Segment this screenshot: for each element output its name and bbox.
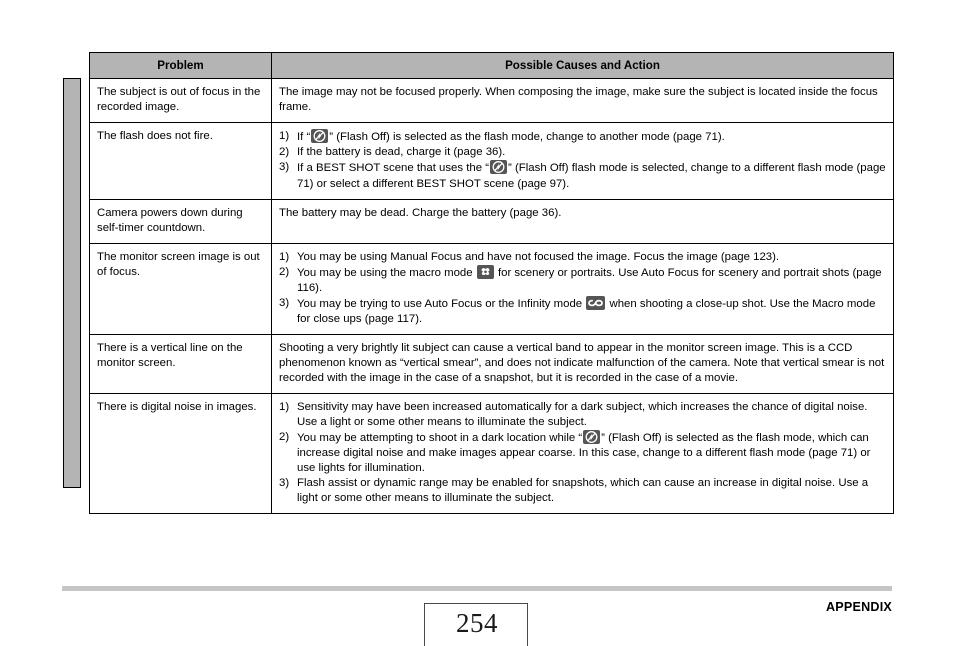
list-item-number: 2) (279, 146, 290, 159)
troubleshooting-table-wrapper: Problem Possible Causes and Action The s… (89, 51, 894, 515)
list-item: 2) You may be using the macro mode for sc… (279, 264, 886, 296)
table-header-row: Problem Possible Causes and Action (89, 51, 894, 80)
flash-off-icon (490, 160, 508, 175)
list-item-text-pre: If the battery is dead, charge it (page … (297, 146, 506, 159)
troubleshooting-table: Problem Possible Causes and Action The s… (89, 51, 894, 515)
problem-cell: The subject is out of focus in the recor… (89, 78, 272, 124)
problem-cell: Camera powers down during self-timer cou… (89, 198, 272, 244)
list-item-number: 1) (279, 250, 290, 263)
table-row: The flash does not fire. 1) If “ ” (Flash … (89, 122, 894, 200)
table-row: The subject is out of focus in the recor… (89, 78, 894, 124)
list-item-number: 2) (279, 431, 290, 444)
cause-cell: Shooting a very brightly lit subject can… (271, 333, 894, 395)
cause-paragraph: Shooting a very brightly lit subject can… (279, 341, 885, 384)
table-row: There is digital noise in images. 1) Sens… (89, 393, 894, 515)
cause-list: 1) Sensitivity may have been increased au… (279, 400, 886, 506)
list-item-text-pre: Sensitivity may have been increased auto… (297, 401, 868, 429)
table-row: The monitor screen image is out of focus… (89, 242, 894, 335)
problem-cell: There is digital noise in images. (89, 393, 272, 515)
macro-mode-icon (476, 264, 494, 279)
cause-cell: 1) If “ ” (Flash Off) is selected as the f… (271, 122, 894, 200)
list-item: 1) You may be using Manual Focus and have… (279, 250, 886, 265)
footer-rule (62, 586, 892, 591)
flash-off-icon (583, 430, 601, 445)
list-item: 1) Sensitivity may have been increased au… (279, 400, 886, 430)
list-item: 3) If a BEST SHOT scene that uses the “” … (279, 160, 886, 191)
list-item: 2) You may be attempting to shoot in a da… (279, 430, 886, 476)
column-header-problem: Problem (89, 51, 272, 80)
cause-cell: 1) Sensitivity may have been increased au… (271, 393, 894, 515)
list-item-text-pre: You may be using Manual Focus and have n… (297, 250, 780, 263)
table-row: Camera powers down during self-timer cou… (89, 198, 894, 244)
list-item-number: 3) (279, 477, 290, 490)
list-item: 3) You may be trying to use Auto Focus or… (279, 295, 886, 327)
cause-cell: 1) You may be using Manual Focus and have… (271, 242, 894, 335)
column-header-cause: Possible Causes and Action (271, 51, 894, 80)
cause-paragraph: The image may not be focused properly. W… (279, 86, 878, 114)
list-item-text-pre: If “ (297, 131, 311, 144)
page-number-box: 254 (424, 603, 528, 646)
list-item: 1) If “ ” (Flash Off) is selected as the f… (279, 129, 886, 145)
list-item-text-pre: Flash assist or dynamic range may be ena… (297, 477, 869, 505)
infinity-mode-icon (586, 295, 606, 310)
list-item-text-post: ” (Flash Off) is selected as the flash m… (329, 131, 725, 144)
section-label-appendix: APPENDIX (826, 600, 892, 614)
page-number: 254 (456, 608, 498, 638)
side-index-tab (63, 78, 81, 488)
problem-cell: The monitor screen image is out of focus… (89, 242, 272, 335)
cause-cell: The battery may be dead. Charge the batt… (271, 198, 894, 244)
cause-list: 1) If “ ” (Flash Off) is selected as the f… (279, 129, 886, 191)
list-item: 3) Flash assist or dynamic range may be e… (279, 476, 886, 506)
list-item-text-pre: You may be trying to use Auto Focus or t… (297, 297, 583, 310)
problem-cell: The flash does not fire. (89, 122, 272, 200)
list-item-number: 3) (279, 296, 290, 309)
list-item-number: 1) (279, 130, 290, 143)
list-item-number: 1) (279, 401, 290, 414)
table-body: The subject is out of focus in the recor… (89, 78, 894, 515)
cause-list: 1) You may be using Manual Focus and have… (279, 250, 886, 327)
table-header: Problem Possible Causes and Action (89, 51, 894, 80)
flash-off-icon (311, 129, 329, 144)
list-item-number: 2) (279, 265, 290, 278)
list-item-text-pre: You may be attempting to shoot in a dark… (297, 432, 583, 445)
list-item-number: 3) (279, 161, 290, 174)
table-row: There is a vertical line on the monitor … (89, 333, 894, 395)
list-item: 2) If the battery is dead, charge it (pag… (279, 145, 886, 160)
list-item-text-pre: You may be using the macro mode (297, 266, 473, 279)
problem-cell: There is a vertical line on the monitor … (89, 333, 272, 395)
list-item-text-pre: If a BEST SHOT scene that uses the “ (297, 162, 490, 175)
cause-cell: The image may not be focused properly. W… (271, 78, 894, 124)
cause-paragraph: The battery may be dead. Charge the batt… (279, 206, 562, 219)
